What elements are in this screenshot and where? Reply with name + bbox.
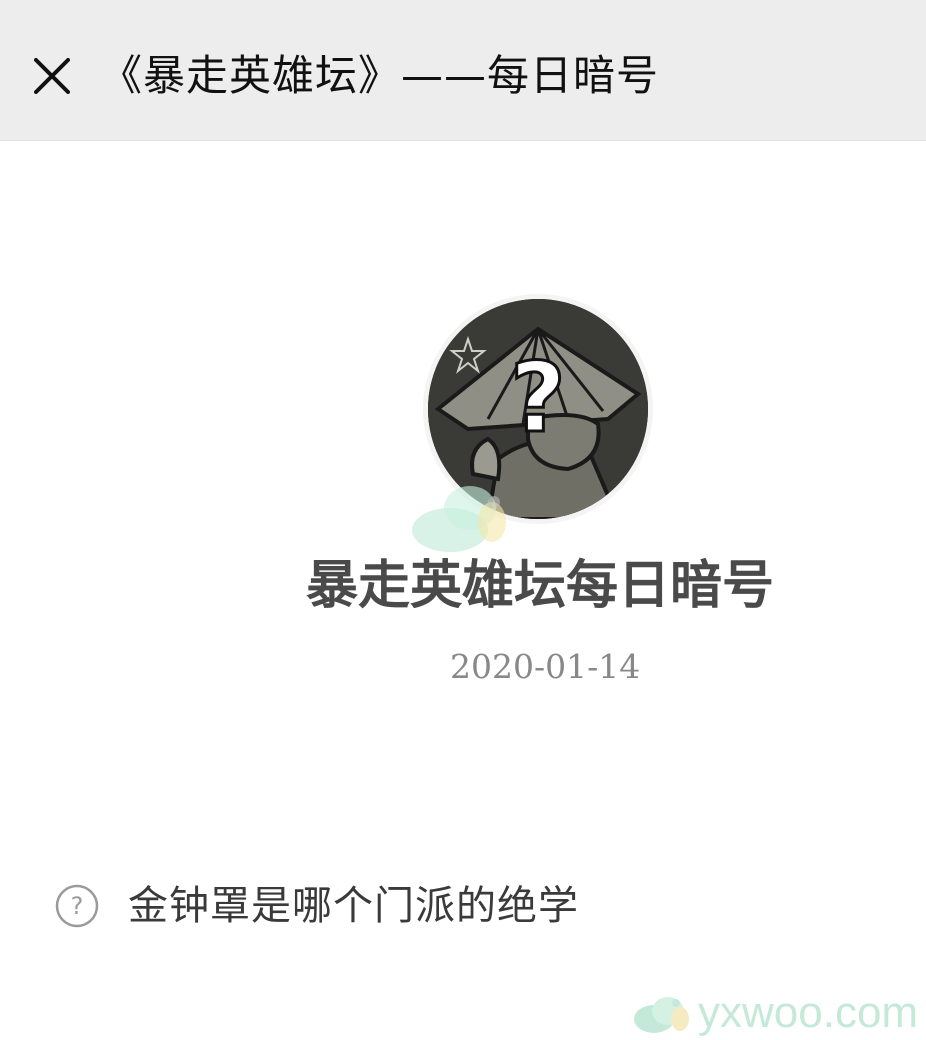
close-icon xyxy=(34,58,70,94)
close-button[interactable] xyxy=(28,52,76,100)
question-text: 金钟罩是哪个门派的绝学 xyxy=(128,883,579,929)
publish-date: 2020-01-14 xyxy=(450,647,641,686)
account-name: 暴走英雄坛每日暗号 xyxy=(306,556,775,616)
help-circle-icon: ? xyxy=(55,884,99,928)
question-item: ? 金钟罩是哪个门派的绝学 xyxy=(54,876,579,936)
svg-text:?: ? xyxy=(71,892,84,920)
watermark-logo-icon xyxy=(634,997,689,1033)
top-navigation-bar: 《暴走英雄坛》——每日暗号 xyxy=(0,0,926,141)
watermark-snail-icon xyxy=(412,486,506,552)
svg-text:?: ? xyxy=(510,342,566,454)
site-watermark: yxwoo.com xyxy=(630,988,918,1038)
watermark-text: yxwoo.com xyxy=(698,988,919,1037)
article-page: 《暴走英雄坛》——每日暗号 ? 暴走英雄坛每日暗号 2020-01-14 ? 金… xyxy=(0,0,926,1040)
page-title: 《暴走英雄坛》——每日暗号 xyxy=(100,51,660,100)
